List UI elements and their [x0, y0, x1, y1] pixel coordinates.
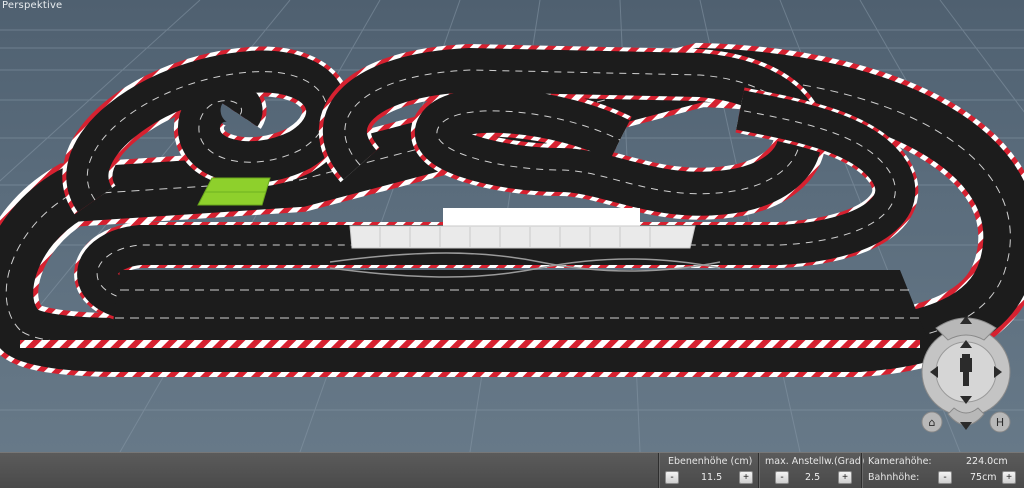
track-height-label: Bahnhöhe: — [868, 472, 920, 483]
arrow-down-icon — [960, 422, 972, 430]
max-angle-plus-button[interactable]: + — [838, 471, 852, 484]
level-height-panel: Ebenenhöhe (cm) - 11.5 + — [658, 453, 759, 488]
status-bar: Ebenenhöhe (cm) - 11.5 + max. Anstellw.(… — [0, 452, 1024, 488]
max-angle-minus-button[interactable]: - — [775, 471, 789, 484]
level-height-minus-button[interactable]: - — [665, 471, 679, 484]
max-angle-label: max. Anstellw.(Grad) — [765, 456, 865, 467]
max-angle-panel: max. Anstellw.(Grad) - 2.5 + — [758, 453, 865, 488]
camera-height-value: 224.0cm — [966, 456, 1008, 467]
h-button[interactable]: H — [989, 411, 1011, 433]
track-scene[interactable] — [0, 0, 1024, 452]
track-height-plus-button[interactable]: + — [1002, 471, 1016, 484]
home-icon: ⌂ — [929, 416, 936, 429]
3d-viewport[interactable]: Perspektive ⌂ H — [0, 0, 1024, 452]
track-height-minus-button[interactable]: - — [938, 471, 952, 484]
pit-building — [349, 208, 696, 249]
home-button[interactable]: ⌂ — [921, 411, 943, 433]
camera-track-panel: Kamerahöhe: 224.0cm Bahnhöhe: - 75cm + — [861, 453, 1024, 488]
level-height-label: Ebenenhöhe (cm) — [668, 456, 753, 467]
camera-nav-pad[interactable]: ⌂ H — [916, 310, 1016, 445]
camera-height-label: Kamerahöhe: — [868, 456, 932, 467]
viewport-label: Perspektive — [2, 0, 63, 11]
max-angle-value: 2.5 — [805, 472, 821, 483]
level-height-value: 11.5 — [701, 472, 723, 483]
h-icon: H — [996, 416, 1004, 429]
track-height-value: 75cm — [970, 472, 997, 483]
level-height-plus-button[interactable]: + — [739, 471, 753, 484]
